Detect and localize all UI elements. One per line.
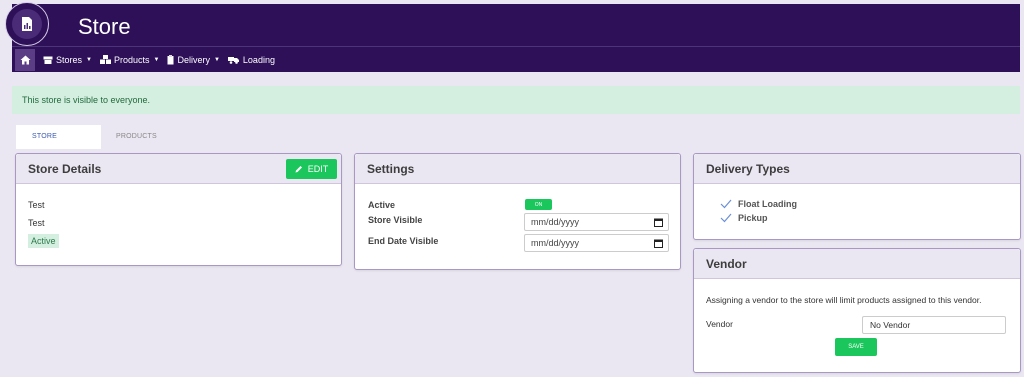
settings-title: Settings: [355, 154, 680, 184]
pencil-icon: [295, 166, 302, 173]
home-button[interactable]: [15, 48, 35, 71]
report-icon: [12, 9, 42, 39]
calendar-icon[interactable]: [654, 218, 663, 227]
delivery-types-title: Delivery Types: [694, 154, 1020, 184]
end-date-placeholder: mm/dd/yyyy: [531, 238, 580, 248]
caret-down-icon: ▼: [213, 56, 220, 63]
delivery-types-card: Delivery Types Float Loading Pickup: [693, 153, 1021, 240]
vendor-title: Vendor: [694, 249, 1020, 279]
store-visible-placeholder: mm/dd/yyyy: [531, 217, 580, 227]
nav-stores-label: Stores: [56, 54, 83, 65]
vendor-label: Vendor: [706, 319, 733, 329]
caret-down-icon: ▼: [153, 56, 160, 63]
save-button[interactable]: SAVE: [835, 338, 877, 356]
vendor-description: Assigning a vendor to the store will lim…: [706, 295, 982, 305]
nav-delivery-label: Delivery: [177, 54, 210, 65]
delivery-icon: [167, 54, 174, 64]
nav-products-label: Products: [113, 54, 150, 65]
products-icon: [99, 55, 111, 64]
alert-text: This store is visible to everyone.: [22, 95, 151, 105]
store-description: Test: [28, 218, 45, 228]
nav-products[interactable]: Products ▼: [99, 54, 160, 65]
end-date-input[interactable]: mm/dd/yyyy: [524, 234, 669, 252]
tab-bar: STORE SETTINGS PRODUCTS: [16, 125, 172, 164]
nav-loading[interactable]: Loading: [227, 54, 275, 65]
tab-products[interactable]: PRODUCTS: [101, 125, 172, 149]
main-navbar: Stores ▼ Products ▼ Delivery ▼ Loading: [12, 46, 1020, 72]
delivery-type-item: Pickup: [720, 213, 768, 223]
app-logo[interactable]: [5, 2, 49, 46]
nav-loading-label: Loading: [242, 54, 275, 65]
delivery-type-label: Float Loading: [738, 199, 797, 209]
app-header: Store: [12, 4, 1020, 46]
active-toggle[interactable]: ON: [525, 199, 552, 210]
active-toggle-label: ON: [534, 201, 543, 208]
calendar-icon[interactable]: [654, 239, 663, 248]
edit-button[interactable]: EDIT: [286, 159, 337, 179]
end-date-label: End Date Visible: [368, 236, 439, 246]
caret-down-icon: ▼: [86, 56, 92, 63]
checkmark-icon: [720, 199, 732, 209]
tab-store-settings[interactable]: STORE SETTINGS: [16, 125, 101, 164]
delivery-type-label: Pickup: [738, 213, 768, 223]
delivery-type-item: Float Loading: [720, 199, 797, 209]
store-visible-label: Store Visible: [368, 215, 423, 225]
checkmark-icon: [720, 213, 732, 223]
store-name: Test: [28, 200, 45, 210]
store-icon: [43, 56, 53, 64]
nav-delivery[interactable]: Delivery ▼: [167, 54, 220, 65]
visibility-alert: This store is visible to everyone.: [12, 86, 1020, 114]
settings-card: Settings Active ON Store Visible mm/dd/y…: [354, 153, 681, 270]
page-title: Store: [78, 14, 131, 39]
vendor-card: Vendor Assigning a vendor to the store w…: [693, 248, 1021, 373]
edit-button-label: EDIT: [307, 164, 329, 174]
save-button-label: SAVE: [848, 344, 864, 350]
active-label: Active: [368, 200, 396, 210]
store-visible-date-input[interactable]: mm/dd/yyyy: [524, 213, 669, 231]
status-badge: Active: [28, 234, 59, 248]
vendor-select[interactable]: No Vendor: [862, 316, 1006, 334]
store-details-card: Store Details EDIT Test Test Active: [15, 153, 342, 266]
nav-stores[interactable]: Stores ▼: [43, 55, 92, 65]
home-icon: [20, 55, 30, 64]
loading-truck-icon: [227, 57, 239, 64]
